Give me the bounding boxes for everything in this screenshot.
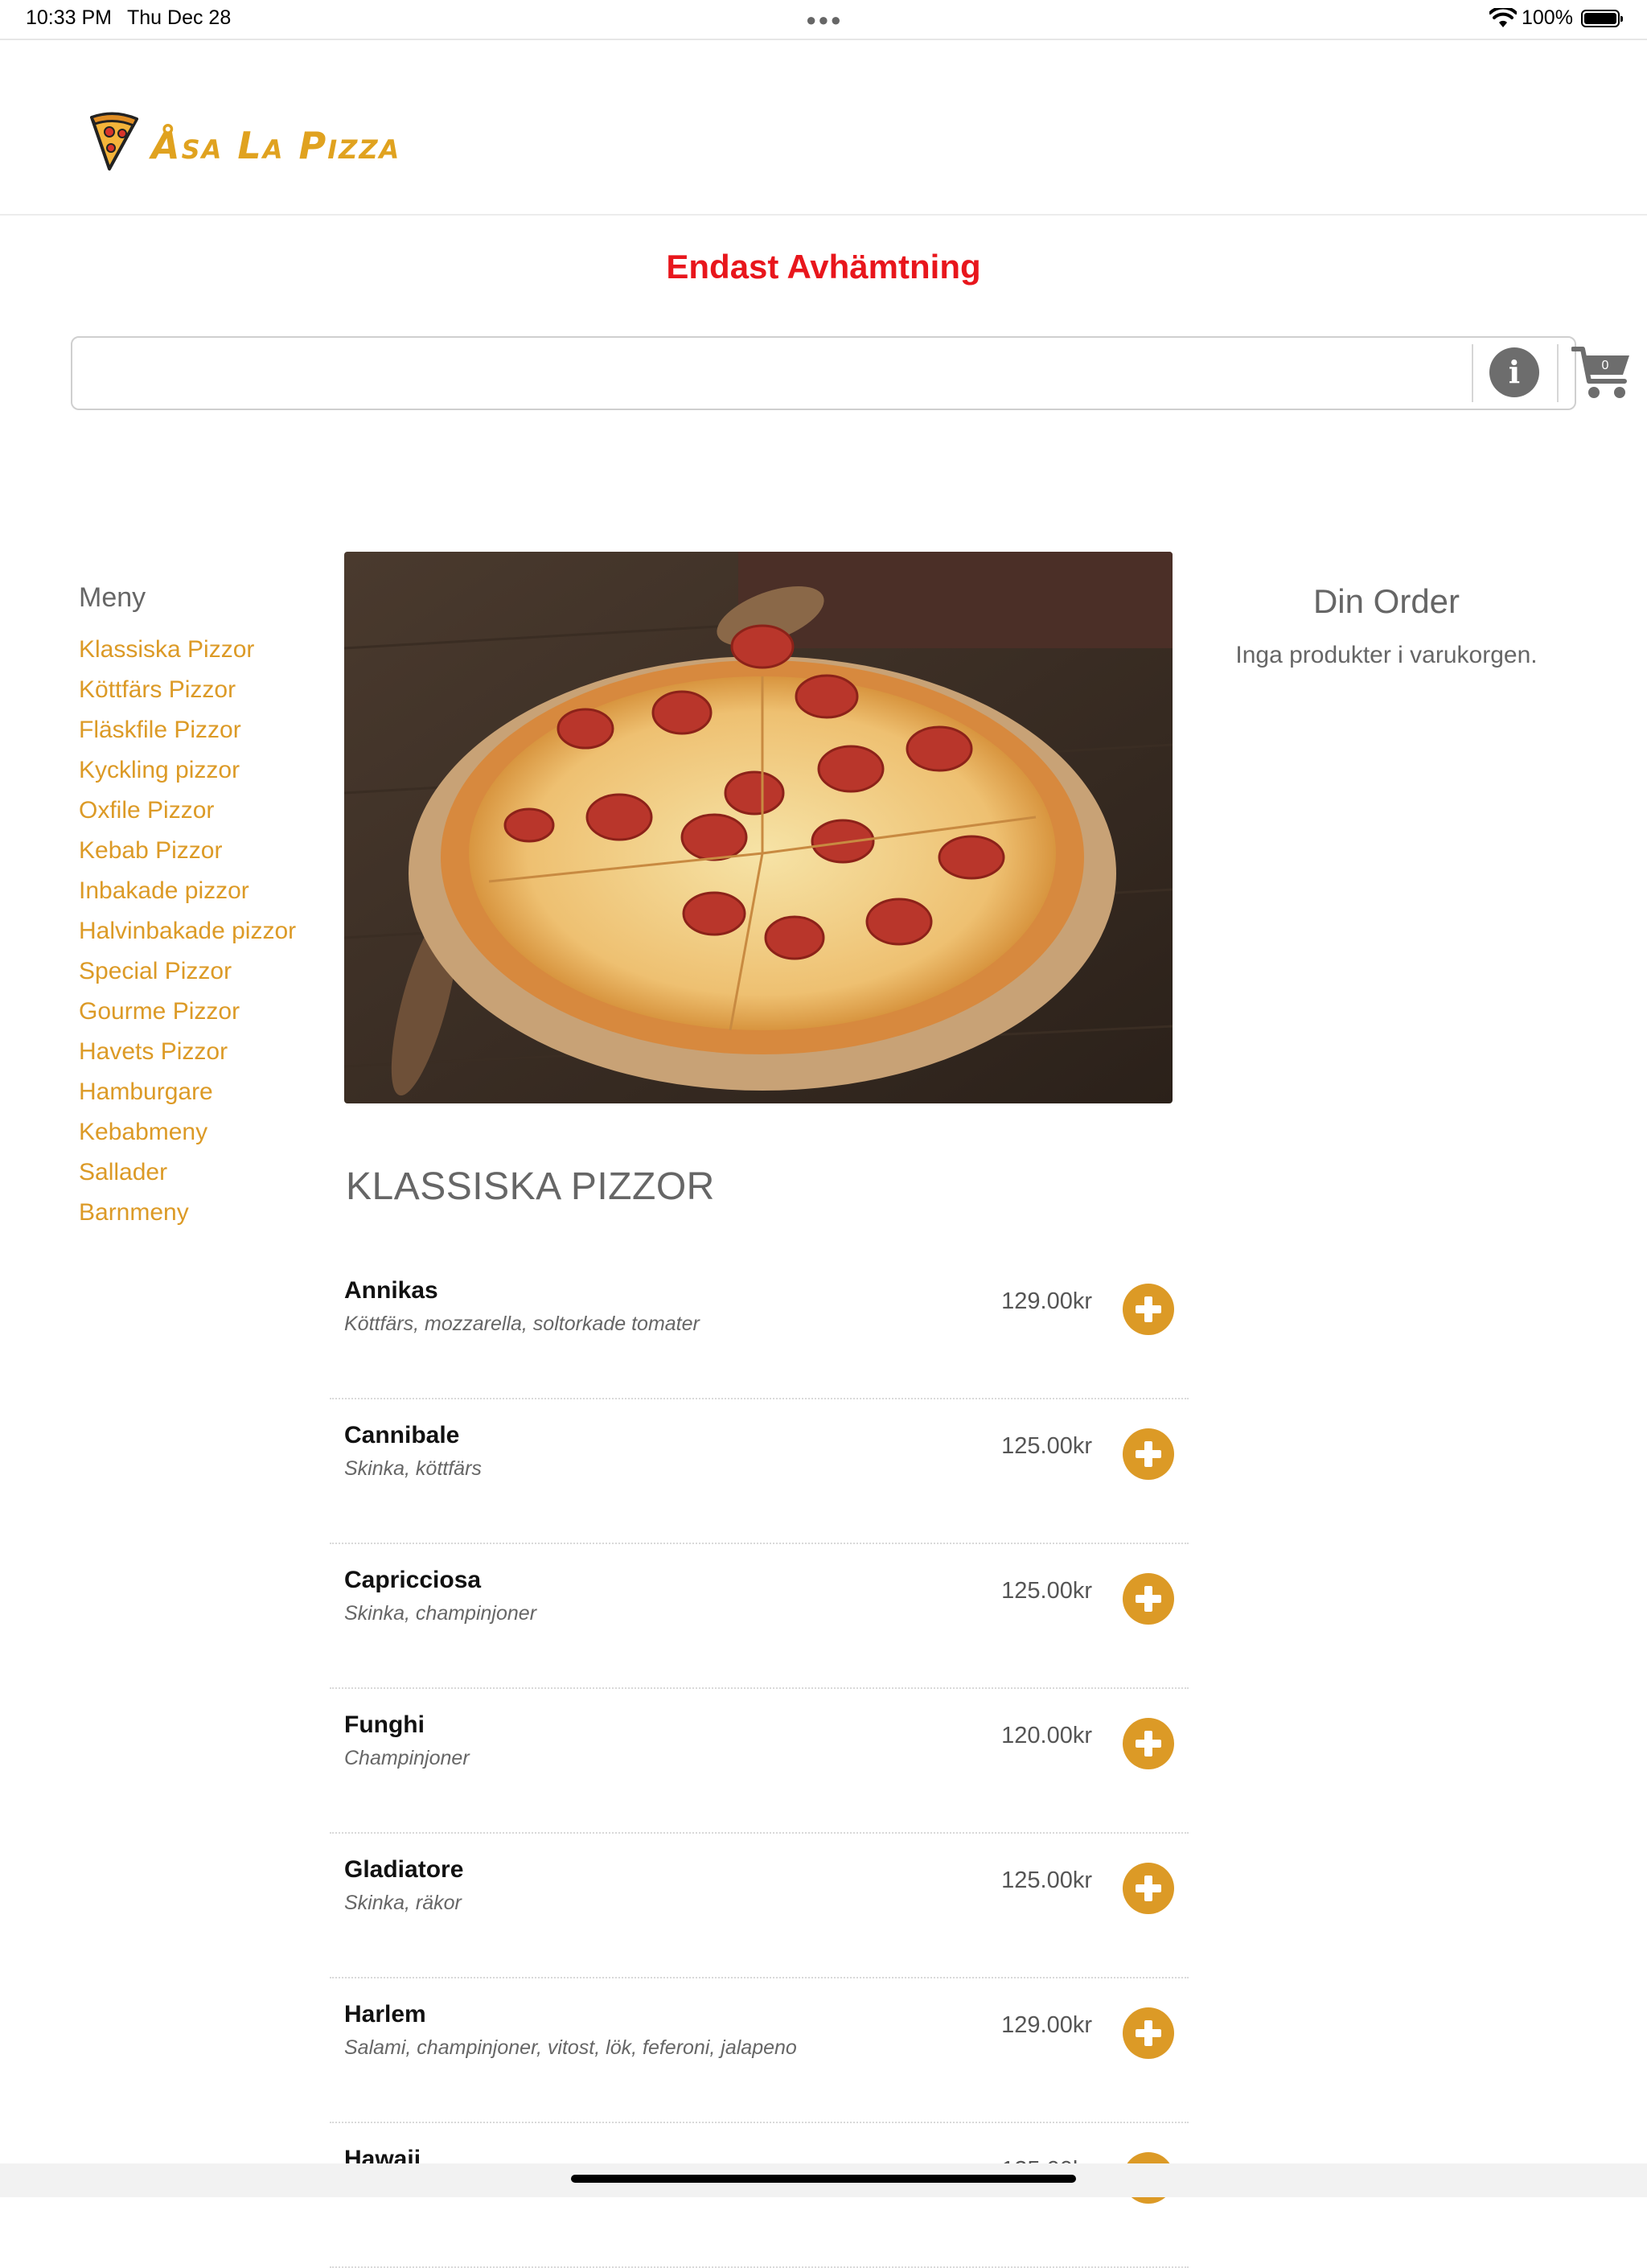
- add-to-cart-plus-icon[interactable]: [1123, 1284, 1174, 1335]
- info-icon[interactable]: i: [1489, 347, 1539, 397]
- product-price: 129.00kr: [1001, 1288, 1092, 1314]
- site-header: Åsa La Pizza: [0, 40, 1647, 216]
- menu-item[interactable]: Kebab Pizzor: [79, 835, 296, 875]
- home-indicator[interactable]: [571, 2175, 1076, 2183]
- product-name: Harlem: [344, 2001, 426, 2028]
- menu-item[interactable]: Special Pizzor: [79, 955, 296, 996]
- wifi-icon: [1489, 8, 1517, 27]
- divider: [1557, 344, 1559, 402]
- product-row: Gladiatore Skinka, räkor 125.00kr: [330, 1834, 1189, 1978]
- product-description: Köttfärs, mozzarella, soltorkade tomater: [344, 1313, 700, 1335]
- order-title: Din Order: [1312, 582, 1460, 620]
- add-to-cart-plus-icon[interactable]: [1123, 1863, 1174, 1914]
- menu-item[interactable]: Barnmeny: [79, 1197, 296, 1237]
- divider: [1472, 344, 1473, 402]
- shopping-cart-icon[interactable]: [1571, 344, 1633, 402]
- multitasking-dots-icon[interactable]: ●●●: [806, 10, 843, 31]
- product-row: Funghi Champinjoner 120.00kr: [330, 1689, 1189, 1834]
- status-bar: 10:33 PM Thu Dec 28 ●●● 100%: [0, 0, 1647, 40]
- menu-item[interactable]: Kyckling pizzor: [79, 754, 296, 795]
- category-menu: Klassiska Pizzor Köttfärs Pizzor Fläskfi…: [79, 634, 296, 1237]
- product-description: Salami, champinjoner, vitost, lök, fefer…: [344, 2036, 797, 2059]
- status-date: Thu Dec 28: [127, 6, 232, 29]
- product-name: Funghi: [344, 1711, 425, 1738]
- product-price: 125.00kr: [1001, 1433, 1092, 1459]
- pizza-hero-image: [344, 552, 1173, 1103]
- product-description: Skinka, räkor: [344, 1892, 462, 1914]
- pizza-slice-logo-icon[interactable]: [88, 109, 140, 172]
- add-to-cart-plus-icon[interactable]: [1123, 1428, 1174, 1480]
- toolbar-bar: i 0: [71, 336, 1629, 410]
- product-description: Champinjoner: [344, 1747, 470, 1769]
- product-price: 125.00kr: [1001, 1578, 1092, 1604]
- menu-item[interactable]: Fläskfile Pizzor: [79, 714, 296, 754]
- add-to-cart-plus-icon[interactable]: [1123, 2007, 1174, 2059]
- order-empty-text: Inga produkter i varukorgen.: [1235, 642, 1538, 668]
- product-row: Harlem Salami, champinjoner, vitost, lök…: [330, 1978, 1189, 2123]
- menu-item[interactable]: Klassiska Pizzor: [79, 634, 296, 674]
- product-name: Capricciosa: [344, 1567, 482, 1593]
- menu-item[interactable]: Havets Pizzor: [79, 1036, 296, 1076]
- cart-count-badge: 0: [1601, 359, 1609, 372]
- product-description: Skinka, champinjoner: [344, 1602, 537, 1625]
- product-price: 120.00kr: [1001, 1723, 1092, 1748]
- product-name: Annikas: [344, 1277, 438, 1304]
- product-list: Annikas Köttfärs, mozzarella, soltorkade…: [330, 1255, 1189, 2268]
- add-to-cart-plus-icon[interactable]: [1123, 1573, 1174, 1625]
- menu-item[interactable]: Kebabmeny: [79, 1116, 296, 1157]
- pickup-only-notice: Endast Avhämtning: [666, 248, 981, 286]
- product-price: 125.00kr: [1001, 1867, 1092, 1893]
- product-row: Capricciosa Skinka, champinjoner 125.00k…: [330, 1544, 1189, 1689]
- add-to-cart-plus-icon[interactable]: [1123, 1718, 1174, 1769]
- product-description: Skinka, köttfärs: [344, 1457, 482, 1480]
- brand-logo-text[interactable]: Åsa La Pizza: [151, 124, 400, 167]
- menu-item[interactable]: Halvinbakade pizzor: [79, 915, 296, 955]
- product-price: 129.00kr: [1001, 2012, 1092, 2038]
- menu-item[interactable]: Sallader: [79, 1157, 296, 1197]
- menu-item[interactable]: Oxfile Pizzor: [79, 795, 296, 835]
- menu-item[interactable]: Inbakade pizzor: [79, 875, 296, 915]
- product-row: Cannibale Skinka, köttfärs 125.00kr: [330, 1399, 1189, 1544]
- battery-percent: 100%: [1522, 6, 1573, 29]
- menu-item[interactable]: Hamburgare: [79, 1076, 296, 1116]
- category-title: KLASSISKA PIZZOR: [346, 1165, 715, 1208]
- menu-item[interactable]: Köttfärs Pizzor: [79, 674, 296, 714]
- menu-heading: Meny: [79, 582, 146, 613]
- product-name: Cannibale: [344, 1422, 460, 1448]
- status-time: 10:33 PM: [26, 6, 113, 29]
- product-name: Gladiatore: [344, 1856, 464, 1883]
- product-row: Annikas Köttfärs, mozzarella, soltorkade…: [330, 1255, 1189, 1399]
- battery-icon: [1581, 10, 1623, 27]
- menu-item[interactable]: Gourme Pizzor: [79, 996, 296, 1036]
